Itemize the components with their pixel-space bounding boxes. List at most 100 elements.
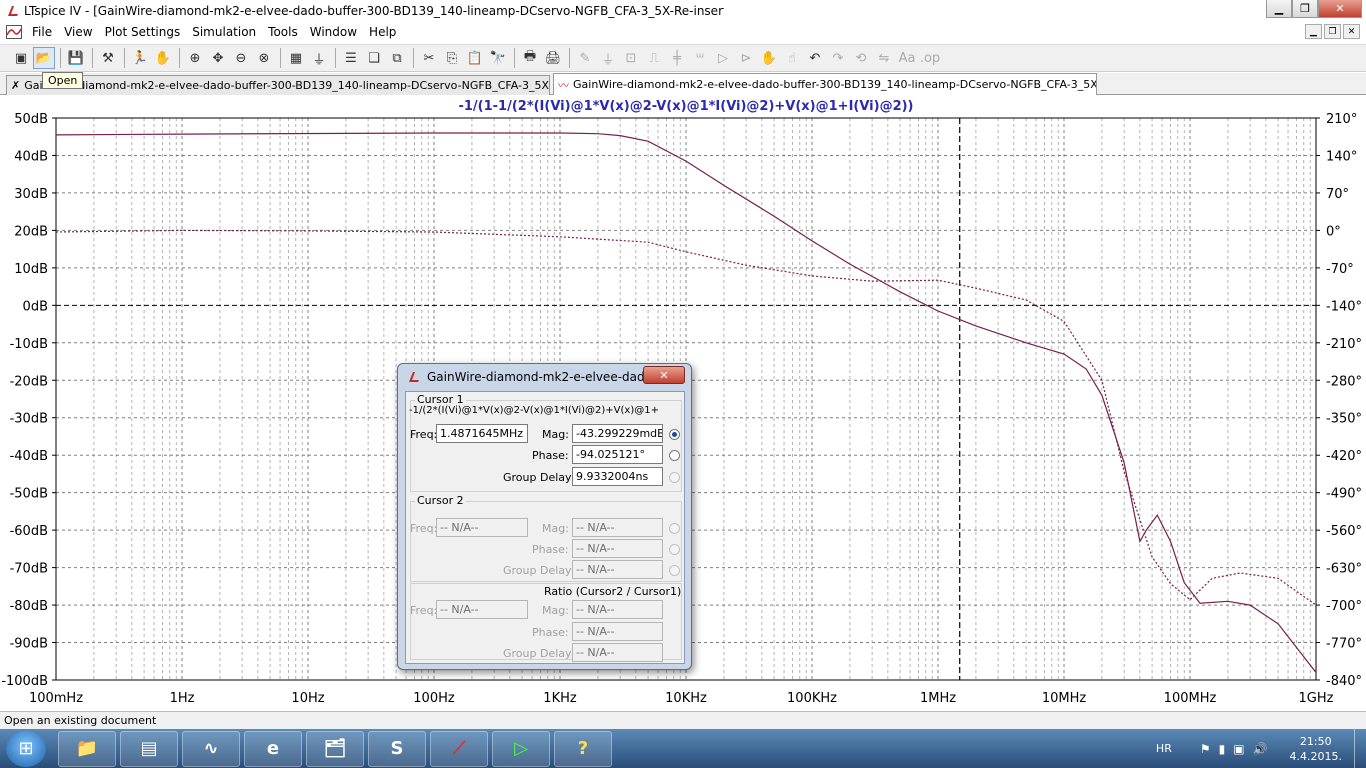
cursor1-phase-radio[interactable]	[669, 450, 680, 461]
taskbar-oscilloscope-icon[interactable]: ∿	[182, 730, 240, 767]
cursor1-mag-field[interactable]: -43.299229mdB	[572, 424, 663, 443]
cursor1-freq-field[interactable]: 1.4871645MHz	[436, 424, 528, 443]
cursor2-gd-radio[interactable]	[669, 565, 680, 576]
tab-schematic[interactable]: ✗ GainWire-diamond-mk2-e-elvee-dado-buff…	[6, 75, 550, 95]
spice-directive-icon[interactable]: .op	[919, 47, 941, 69]
cursor2-phase-radio[interactable]	[669, 544, 680, 555]
zoom-out-icon[interactable]: ⊖	[230, 47, 252, 69]
taskbar-explorer-icon[interactable]: 📁	[58, 730, 116, 767]
taskbar-simulator-icon[interactable]: ▷	[492, 730, 550, 767]
inductor-icon[interactable]: ᵚ	[689, 47, 711, 69]
volume-icon[interactable]: 🔊	[1253, 742, 1268, 756]
x-tick-label: 100KHz	[787, 691, 837, 706]
taskbar-help-icon[interactable]: ?	[554, 730, 612, 767]
pan-icon[interactable]: ✥	[207, 47, 229, 69]
text-icon[interactable]: Aa	[896, 47, 918, 69]
mdi-minimize-button[interactable]: ▁	[1305, 24, 1322, 39]
y-tick-label: -10dB	[10, 337, 48, 352]
autorange-icon[interactable]: ▦	[285, 47, 307, 69]
cursor2-gd-field[interactable]: -- N/A--	[572, 560, 663, 579]
resistor-icon[interactable]: ⎍	[643, 47, 665, 69]
cursor2-phase-field[interactable]: -- N/A--	[572, 539, 663, 558]
action-center-icon[interactable]: ⚑	[1200, 742, 1211, 756]
x-tick-label: 1Hz	[170, 691, 195, 706]
ratio-phase-field[interactable]: -- N/A--	[572, 622, 663, 641]
component-icon[interactable]: ⊳	[735, 47, 757, 69]
print-icon[interactable]: 🖨	[542, 47, 564, 69]
mdi-restore-button[interactable]: ❐	[1324, 24, 1341, 39]
menu-window[interactable]: Window	[304, 25, 363, 39]
tile-vertical-icon[interactable]: ⧉	[386, 47, 408, 69]
dialog-close-button[interactable]: ✕	[643, 366, 685, 384]
zoom-in-icon[interactable]: ⊕	[184, 47, 206, 69]
move-hand-icon[interactable]: ✋	[758, 47, 780, 69]
copy-icon[interactable]: ⎘	[441, 47, 463, 69]
cursor1-phase-field[interactable]: -94.025121°	[572, 445, 663, 464]
waveform-doc-icon[interactable]	[6, 25, 22, 39]
language-indicator[interactable]: HR	[1156, 742, 1172, 755]
new-schematic-icon[interactable]: ▣	[10, 47, 32, 69]
clock[interactable]: 21:50 4.4.2015.	[1290, 734, 1342, 764]
zoom-fit-icon[interactable]: ⊗	[253, 47, 275, 69]
mdi-close-button[interactable]: ✕	[1343, 24, 1360, 39]
capacitor-icon[interactable]: ╪	[666, 47, 688, 69]
undo-icon[interactable]: ↶	[804, 47, 826, 69]
y-tick-label: -30dB	[10, 412, 48, 427]
cursor1-gd-field[interactable]: 9.9332004ns	[572, 467, 663, 486]
cursor2-freq-field[interactable]: -- N/A--	[436, 518, 528, 537]
y-tick-label: -50dB	[10, 487, 48, 502]
minimize-button[interactable]: ▁	[1266, 0, 1292, 18]
halt-hand-icon[interactable]: ✋	[152, 47, 174, 69]
taskbar-app-icon[interactable]: ▤	[120, 730, 178, 767]
cascade-windows-icon[interactable]: ❏	[363, 47, 385, 69]
trace-expression-title[interactable]: -1/(1-1/(2*(I(Vi)@1*V(x)@2-V(x)@1*I(Vi)@…	[458, 99, 913, 114]
cut-icon[interactable]: ✂	[418, 47, 440, 69]
tab-waveform[interactable]: 〰 GainWire-diamond-mk2-e-elvee-dado-buff…	[553, 73, 1097, 95]
taskbar-internet-explorer-icon[interactable]: e	[244, 730, 302, 767]
control-panel-hammer-icon[interactable]: ⚒	[97, 47, 119, 69]
menu-plot-settings[interactable]: Plot Settings	[99, 25, 187, 39]
ground-icon[interactable]: ⏚	[597, 47, 619, 69]
ratio-freq-field[interactable]: -- N/A--	[436, 600, 528, 619]
cursor2-mag-field[interactable]: -- N/A--	[572, 518, 663, 537]
network-icon[interactable]: ▣	[1233, 742, 1244, 756]
run-icon[interactable]: 🏃	[129, 47, 151, 69]
taskbar-ltspice-icon[interactable]: ⟋	[430, 730, 488, 767]
label-net-icon[interactable]: ⊡	[620, 47, 642, 69]
clock-date: 4.4.2015.	[1289, 749, 1342, 763]
drag-hand-icon[interactable]: ☝	[781, 47, 803, 69]
mirror-icon[interactable]: ⇋	[873, 47, 895, 69]
ratio-mag-field[interactable]: -- N/A--	[572, 600, 663, 619]
device-icon[interactable]: ▮	[1219, 742, 1226, 756]
taskbar-folder-icon[interactable]: 🗂	[306, 730, 364, 767]
cursor1-mag-radio[interactable]	[669, 429, 680, 440]
paste-icon[interactable]: 📋	[464, 47, 486, 69]
redo-icon[interactable]: ↷	[827, 47, 849, 69]
cursor1-phase-label: Phase:	[532, 449, 569, 462]
maximize-button[interactable]: ❐	[1292, 0, 1318, 18]
cursor2-mag-radio[interactable]	[669, 523, 680, 534]
menu-simulation[interactable]: Simulation	[186, 25, 262, 39]
ratio-gd-field[interactable]: -- N/A--	[572, 643, 663, 662]
rotate-icon[interactable]: ⟲	[850, 47, 872, 69]
draw-wire-icon[interactable]: ✎	[574, 47, 596, 69]
menu-tools[interactable]: Tools	[262, 25, 304, 39]
menu-file[interactable]: File	[26, 25, 58, 39]
menu-view[interactable]: View	[58, 25, 98, 39]
y-tick-label: 10dB	[14, 262, 48, 277]
pick-visible-traces-icon[interactable]: ⏚	[308, 47, 330, 69]
print-setup-icon[interactable]: 🖶	[519, 47, 541, 69]
menu-help[interactable]: Help	[363, 25, 402, 39]
show-desktop-button[interactable]	[1354, 729, 1366, 768]
diode-icon[interactable]: ▷	[712, 47, 734, 69]
cursor1-gd-radio[interactable]	[669, 472, 680, 483]
open-folder-icon[interactable]: 📂	[33, 47, 55, 69]
windows-taskbar: ⊞ 📁 ▤ ∿ e 🗂 S ⟋ ▷ ? HR ⚑ ▮ ▣ 🔊 21:50 4.4…	[0, 729, 1366, 768]
close-button[interactable]: ✕	[1318, 0, 1362, 18]
tile-horizontal-icon[interactable]: ☰	[340, 47, 362, 69]
start-button[interactable]: ⊞	[6, 730, 46, 767]
taskbar-skype-icon[interactable]: S	[368, 730, 426, 767]
find-icon[interactable]: 🔭	[487, 47, 509, 69]
save-icon[interactable]: 💾	[65, 47, 87, 69]
x-tick-label: 1MHz	[920, 691, 956, 706]
